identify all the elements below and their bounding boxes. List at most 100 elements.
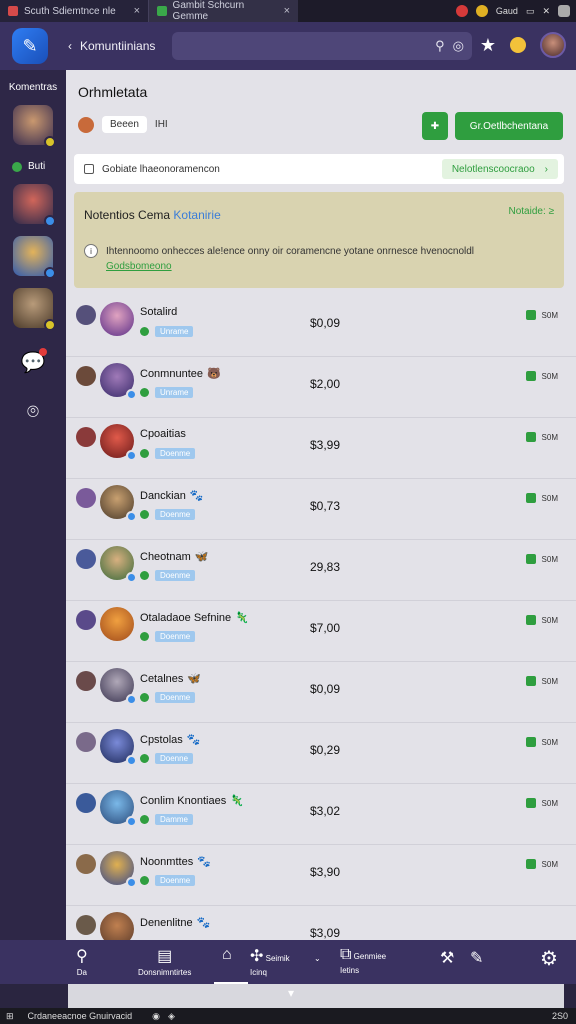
rail-title: Komentras [8, 82, 58, 93]
table-row[interactable]: Danckian 🐾 Doenme $0,73 S0M [66, 479, 576, 540]
search-bar[interactable]: ⚲ ◎ [172, 32, 472, 60]
row-status: Doenme [140, 875, 196, 886]
rail-status-label: Buti [28, 161, 46, 172]
nav-home[interactable]: ⌂ [222, 946, 232, 964]
system-tray: Gaud ▭ ✕ [455, 5, 576, 17]
nav-tools[interactable]: ⚒ [440, 948, 454, 968]
nav-dashboard[interactable]: ▤ Donsnimntirtes [138, 946, 191, 977]
notification-icon[interactable] [510, 37, 526, 53]
rail-avatar[interactable] [13, 288, 56, 331]
search-icon[interactable]: ⚲ [435, 38, 445, 54]
bottom-sheet-peek[interactable]: ▾ [68, 984, 564, 1008]
add-button[interactable]: ✚ [422, 112, 448, 140]
owner-label: Beeen [102, 116, 147, 133]
back-icon[interactable]: ‹ [68, 39, 72, 53]
chevron-down-icon[interactable]: ▾ [288, 986, 294, 1000]
table-row[interactable]: Cpoaitias Doenme $3,99 S0M [66, 418, 576, 479]
search-input[interactable] [180, 36, 400, 56]
check-icon [525, 798, 536, 808]
check-icon [140, 876, 149, 885]
table-row[interactable]: Cpstolas 🐾 Doenne $0,29 S0M [66, 723, 576, 784]
record-icon[interactable] [455, 5, 468, 17]
nav-games-label: Seimik [265, 954, 290, 963]
app-name: Komuntiinians [80, 39, 156, 53]
filter-action-button[interactable]: Nelotlenscoocraoo › [441, 159, 558, 179]
table-row[interactable]: Denenlitne 🐾 $3,09 [66, 906, 576, 940]
rail-avatar[interactable] [13, 105, 56, 148]
windows-start-icon[interactable]: ⊞ [6, 1011, 14, 1022]
table-row[interactable]: Sotalird Unrame $0,09 S0M [66, 296, 576, 357]
verified-icon [126, 816, 137, 827]
row-emoji: 🦎 [235, 612, 249, 624]
row-perc-value: S0M [541, 798, 558, 808]
row-perc: S0M [525, 798, 558, 808]
app-logo-icon[interactable]: ✎ [12, 28, 48, 64]
table-row[interactable]: Conlim Knontiaes 🦎 Damme $3,02 S0M [66, 784, 576, 845]
row-name: Denenlitne 🐾 [140, 916, 210, 929]
owner-info: Beeen IHI [78, 116, 168, 133]
nav-search[interactable]: ⚲ Da [76, 946, 88, 977]
filter-checkbox[interactable] [84, 164, 94, 174]
row-name-text: Cpstolas [140, 734, 183, 746]
coin-icon[interactable] [475, 5, 488, 17]
seller-avatar [76, 671, 96, 691]
search-option-icon[interactable]: ◎ [453, 38, 464, 54]
tab-close-icon[interactable]: × [284, 5, 290, 17]
nav-games[interactable]: ✣ Seimik Icinq [250, 946, 290, 977]
chevron-down-icon: ⌄ [314, 954, 321, 963]
row-status: Unrame [140, 326, 194, 337]
chart-icon: ▤ [157, 948, 173, 965]
app-icon[interactable]: ◉ [152, 1011, 160, 1022]
chat-icon[interactable]: 💬 [17, 346, 49, 378]
row-status: Doenme [140, 448, 196, 459]
tab-close-icon[interactable]: × [134, 5, 140, 17]
table-row[interactable]: Cetalnes 🦋 Doenme $0,09 S0M [66, 662, 576, 723]
owner-avatar[interactable] [78, 116, 94, 133]
check-icon [140, 571, 149, 580]
row-price: $2,00 [310, 377, 341, 391]
star-icon[interactable]: ★ [480, 35, 496, 56]
browser-icon[interactable]: ◈ [168, 1011, 175, 1022]
nav-settings[interactable]: ⚙ [540, 946, 558, 971]
seller-avatar [76, 366, 96, 386]
tab-title: Gambit Schcurn Gemme [172, 0, 245, 22]
browser-tab[interactable]: Scuth Sdiemtnce nle × [0, 0, 148, 22]
rail-avatar[interactable] [13, 184, 56, 227]
row-status: Unrame [140, 387, 194, 398]
item-avatar [100, 485, 137, 522]
owner-count: IHI [154, 119, 168, 130]
notice-text-wrap: Ihtennoomo onhecces ale!ence onny oir co… [106, 244, 474, 274]
notice-text-link[interactable]: Godsbomeono [106, 261, 172, 272]
row-perc: S0M [525, 859, 558, 869]
profile-icon[interactable] [558, 5, 570, 17]
close-window-icon[interactable]: ✕ [542, 6, 550, 17]
row-name: Cpoaitias [140, 428, 190, 440]
row-status: Doenme [140, 692, 196, 703]
check-icon [140, 693, 149, 702]
browser-tab-strip: Scuth Sdiemtnce nle × Gambit Schcurn Gem… [0, 0, 576, 22]
seller-avatar [76, 854, 96, 874]
nav-community[interactable]: ⧉ Genmiee Ietins [340, 946, 386, 975]
row-name: Noonmttes 🐾 [140, 855, 211, 868]
nav-edit[interactable]: ✎ [470, 948, 483, 968]
table-row[interactable]: Cheotnam 🦋 Doenme 29,83 S0M [66, 540, 576, 601]
user-avatar[interactable] [540, 32, 566, 58]
table-row[interactable]: Otaladaoe Sefnine 🦎 Doenme $7,00 S0M [66, 601, 576, 662]
row-perc-value: S0M [541, 371, 558, 381]
nav-chevron[interactable]: ⌄ [314, 954, 321, 963]
notice-link[interactable]: Notaide: ≥ [508, 206, 554, 217]
table-row[interactable]: Noonmttes 🐾 Doenme $3,90 S0M [66, 845, 576, 906]
rail-avatar[interactable] [13, 236, 56, 279]
browser-tab-active[interactable]: Gambit Schcurn Gemme × [148, 0, 298, 22]
filter-text: Gobiate lhaeonoramencon [102, 163, 220, 175]
rail-badge-icon [44, 136, 56, 148]
row-name-text: Otaladaoe Sefnine [140, 612, 232, 624]
table-row[interactable]: Conmnuntee 🐻 Unrame $2,00 S0M [66, 357, 576, 418]
location-icon[interactable]: ⌾ [17, 396, 49, 428]
notice-title-link[interactable]: Kotanirie [173, 208, 220, 222]
row-name-text: Cetalnes [140, 673, 184, 685]
minimize-icon[interactable]: ▭ [526, 6, 535, 17]
verified-icon [126, 694, 137, 705]
row-emoji: 🐾 [189, 490, 204, 502]
primary-action-button[interactable]: Gr.Oetlbchentana [455, 112, 563, 140]
